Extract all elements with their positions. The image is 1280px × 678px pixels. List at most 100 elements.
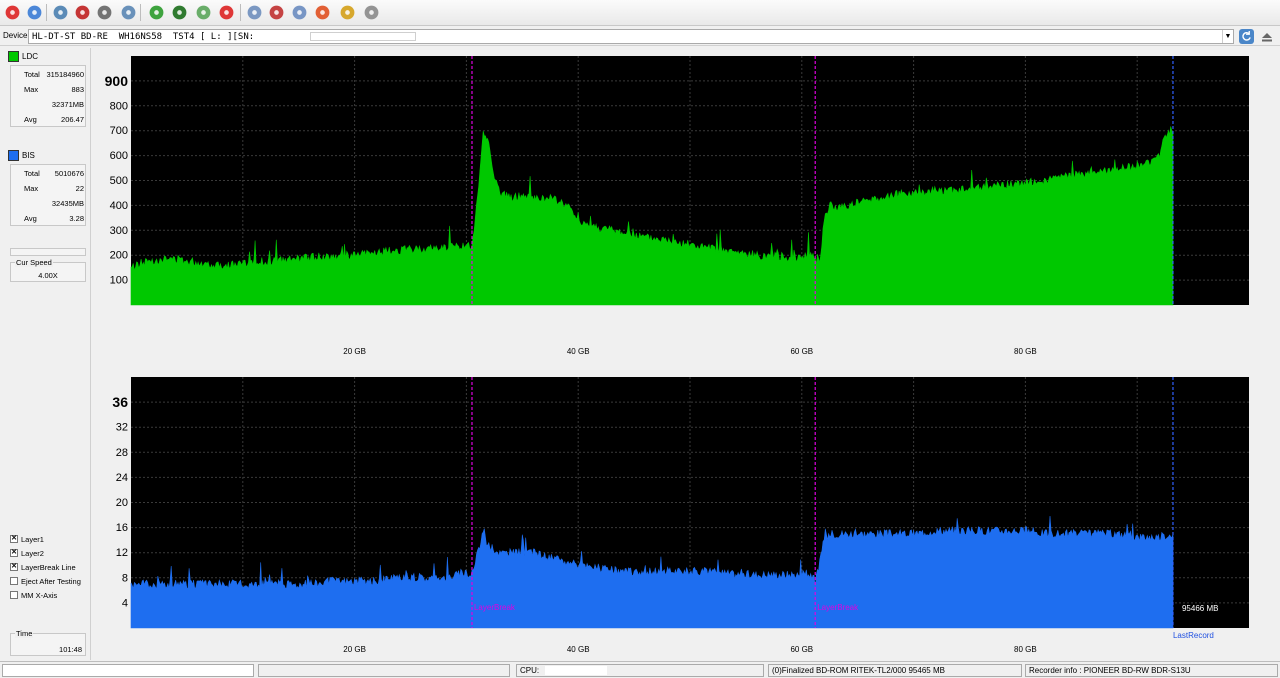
x-tick-label: 80 GB — [1014, 347, 1037, 356]
bis-total-label: Total — [24, 169, 40, 178]
x-tick-label: 40 GB — [567, 645, 590, 654]
burn-disc-icon[interactable] — [290, 3, 309, 22]
stats-panel: LDC Total 315184960 Max 883 32371MB Avg 206… — [8, 48, 88, 658]
y-tick-label: 100 — [110, 275, 128, 287]
exit-icon[interactable] — [3, 3, 22, 22]
ldc-total-label: Total — [24, 70, 40, 79]
ldc-swatch — [8, 50, 19, 62]
charts-area: 100 200 300 400 500 600 700 800 900 20 GB 40 GB 60 … — [105, 56, 1249, 654]
x-tick-label: 60 GB — [790, 347, 813, 356]
ldc-max-value: 883 — [71, 85, 84, 94]
y-tick-label: 900 — [105, 73, 129, 89]
y-tick-label: 700 — [110, 125, 128, 137]
bis-avg-value: 3.28 — [69, 214, 84, 223]
disc-info: (0)Finalized BD-ROM RITEK-TL2/000 95465 … — [772, 666, 945, 675]
device-label: Device: — [3, 31, 30, 40]
y-tick-label: 300 — [110, 225, 128, 237]
device-select[interactable]: HL-DT-ST BD-RE WH16NS58 TST4 [ L: ][SN: … — [28, 29, 1234, 44]
option-layer2[interactable]: ✕ Layer2 — [10, 547, 44, 559]
disc-copy-icon[interactable] — [119, 3, 138, 22]
erase-disc-icon[interactable] — [95, 3, 114, 22]
x-tick-label: 60 GB — [790, 645, 813, 654]
bis-avg-label: Avg — [24, 214, 37, 223]
ldc-total-value: 315184960 — [46, 70, 84, 79]
benchmark-icon[interactable] — [51, 3, 70, 22]
checkbox[interactable]: ✕ — [10, 535, 18, 543]
device-select-text: HL-DT-ST BD-RE WH16NS58 TST4 [ L: ][SN: … — [32, 32, 336, 42]
bis-stats: Total 5010676 Max 22 32435MB Avg 3.28 — [10, 164, 86, 226]
option-label: MM X-Axis — [21, 590, 58, 600]
cur-speed-label: Cur Speed — [15, 258, 53, 267]
eject-icon[interactable] — [1259, 29, 1274, 44]
ldc-avg-label: Avg — [24, 115, 37, 124]
stop-icon[interactable] — [217, 3, 236, 22]
drive-info-icon[interactable] — [25, 3, 44, 22]
status-disc: (0)Finalized BD-ROM RITEK-TL2/000 95465 … — [768, 664, 1022, 677]
disc-quality-icon[interactable] — [245, 3, 264, 22]
cpu-label: CPU: — [520, 666, 540, 675]
toolbar-separator — [46, 4, 47, 21]
create-disc-icon[interactable] — [73, 3, 92, 22]
refresh-icon[interactable] — [194, 3, 213, 22]
status-progress — [2, 664, 254, 677]
y-tick-label: 500 — [110, 175, 128, 187]
y-tick-label: 800 — [110, 100, 128, 112]
layer-break-label: LayerBreak — [817, 603, 859, 612]
option-label: Layer2 — [21, 548, 44, 558]
progress-bar — [10, 248, 86, 256]
option-layer1[interactable]: ✕ Layer1 — [10, 533, 44, 545]
bis-max-label: Max — [24, 184, 39, 193]
chevron-down-icon[interactable]: ▼ — [1222, 30, 1233, 43]
report-icon[interactable] — [338, 3, 357, 22]
size-annotation: 95466 MB — [1182, 604, 1218, 613]
y-tick-label: 400 — [110, 200, 128, 212]
ldc-avg-value: 206.47 — [61, 115, 84, 124]
checkbox[interactable] — [10, 577, 18, 585]
cpu-meter — [545, 666, 608, 676]
recorder-info: Recorder info : PIONEER BD-RW BDR-S13U — [1029, 666, 1191, 675]
option-eject-after-testing[interactable]: Eject After Testing — [10, 575, 81, 587]
x-tick-label: 20 GB — [343, 347, 366, 356]
y-tick-label: 600 — [110, 150, 128, 162]
printer-icon[interactable] — [362, 3, 381, 22]
y-tick-label: 200 — [110, 250, 128, 262]
layer-break-label: LayerBreak — [474, 603, 516, 612]
start-icon[interactable] — [147, 3, 166, 22]
option-layerbreak-line[interactable]: ✕ LayerBreak Line — [10, 561, 76, 573]
option-label: Eject After Testing — [21, 576, 81, 586]
y-tick-label: 4 — [122, 597, 128, 609]
fire-icon[interactable] — [313, 3, 332, 22]
disc-info-icon[interactable] — [267, 3, 286, 22]
cur-speed-value: 4.00X — [38, 271, 58, 280]
checkbox[interactable]: ✕ — [10, 563, 18, 571]
checkbox[interactable] — [10, 591, 18, 599]
toolbar-separator — [240, 4, 241, 21]
time-box: Time 101:48 — [10, 629, 86, 656]
y-tick-label: 16 — [116, 522, 128, 534]
time-label: Time — [15, 629, 34, 638]
bis-swatch — [8, 149, 19, 161]
bis-total-value: 5010676 — [54, 169, 84, 178]
option-label: LayerBreak Line — [21, 562, 76, 572]
device-refresh-icon[interactable] — [1239, 29, 1254, 44]
y-tick-label: 20 — [116, 497, 128, 509]
time-value: 101:48 — [59, 645, 82, 654]
checkbox[interactable]: ✕ — [10, 549, 18, 557]
ldc-legend-label: LDC — [22, 51, 39, 61]
toolbar — [0, 0, 1280, 26]
y-tick-label: 24 — [116, 472, 128, 484]
status-cpu: CPU: — [516, 664, 764, 677]
scan-disc-icon[interactable] — [170, 3, 189, 22]
ldc-mb-value: 32371MB — [51, 100, 84, 109]
y-tick-label: 28 — [116, 447, 128, 459]
option-mm-x-axis[interactable]: MM X-Axis — [10, 589, 57, 601]
cur-speed-box: Cur Speed 4.00X — [10, 258, 86, 282]
y-tick-label: 36 — [112, 394, 128, 410]
x-tick-label: 40 GB — [567, 347, 590, 356]
y-tick-label: 8 — [122, 572, 128, 584]
toolbar-separator — [140, 4, 141, 21]
x-tick-label: 20 GB — [343, 645, 366, 654]
option-label: Layer1 — [21, 534, 44, 544]
serial-number-field — [310, 32, 416, 41]
bis-mb-value: 32435MB — [51, 199, 84, 208]
